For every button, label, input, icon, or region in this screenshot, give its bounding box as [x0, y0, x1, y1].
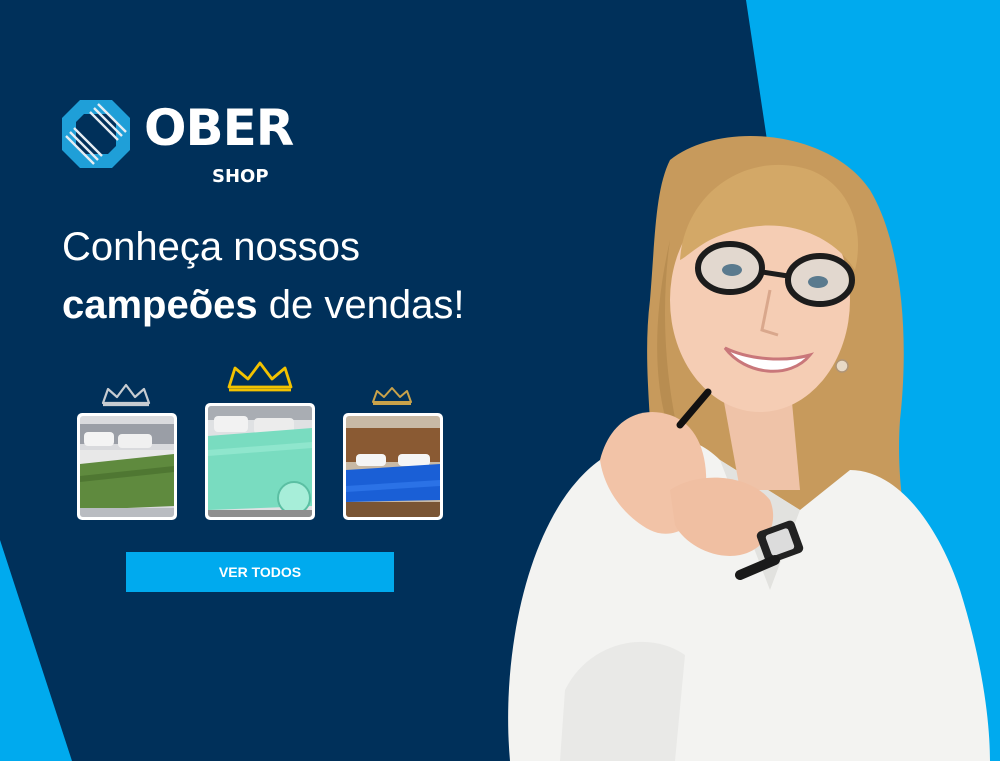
- silver-crown-icon: [101, 383, 151, 407]
- ober-shop-logo[interactable]: OBER SHOP: [60, 98, 300, 194]
- product-thumbnail-2[interactable]: [205, 403, 315, 520]
- brand-subname: SHOP: [212, 166, 269, 187]
- gold-crown-icon: [227, 361, 293, 392]
- headline-bold-word: campeões: [62, 283, 258, 327]
- product-thumbnail-1[interactable]: [77, 413, 177, 520]
- headline-line-2: campeões de vendas!: [62, 276, 465, 334]
- bronze-crown-icon: [372, 387, 412, 405]
- ver-todos-button[interactable]: VER TODOS: [126, 552, 394, 592]
- headline-rest: de vendas!: [257, 283, 465, 327]
- product-thumbnail-3[interactable]: [343, 413, 443, 520]
- blanket-image-blue: [346, 416, 440, 517]
- headline-line-1: Conheça nossos: [62, 225, 360, 269]
- brand-name: OBER: [144, 99, 294, 157]
- headline: Conheça nossos campeões de vendas!: [62, 218, 465, 334]
- blanket-image-mint: [208, 406, 312, 517]
- smiling-woman-photo: [508, 136, 990, 761]
- promo-banner: OBER SHOP Conheça nossos campeões de ven…: [0, 0, 1000, 761]
- blanket-image-green: [80, 416, 174, 517]
- logo-mark-icon: [62, 100, 130, 168]
